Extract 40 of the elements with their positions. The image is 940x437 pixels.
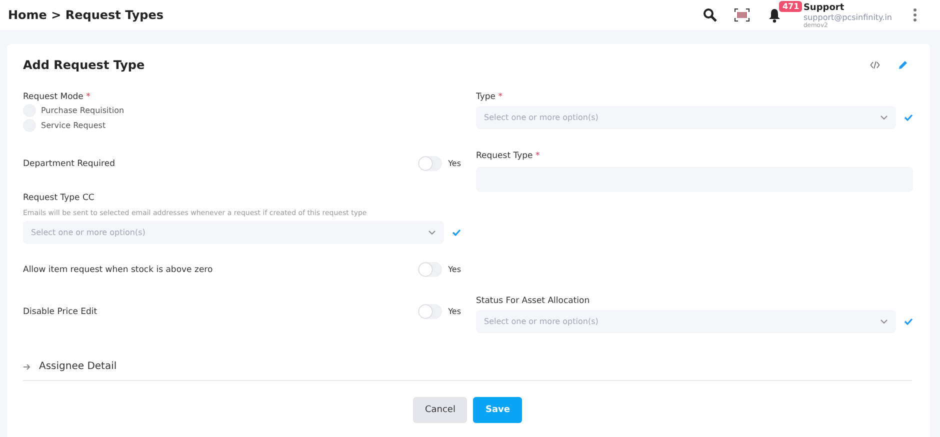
section-title: Assignee Detail [39, 361, 117, 372]
check-icon[interactable] [452, 229, 461, 236]
radio-label: Service Request [41, 121, 106, 130]
toggle-switch[interactable] [418, 304, 442, 319]
user-email: support@pcsinfinity.in [803, 13, 892, 22]
field-label: Request Mode * [23, 92, 92, 102]
breadcrumb: Home > Request Types [8, 8, 164, 22]
field-label: Allow item request when stock is above zero [23, 264, 214, 274]
field-label: Disable Price Edit [23, 306, 98, 316]
check-icon[interactable] [904, 114, 913, 121]
card-title: Add Request Type [23, 58, 145, 72]
section-header[interactable]: Assignee Detail [23, 361, 912, 381]
toggle-switch[interactable] [418, 156, 442, 171]
check-icon[interactable] [904, 318, 913, 325]
field-label: Request Type * [476, 151, 541, 161]
chevron-icon [880, 319, 888, 324]
chevron-icon [880, 115, 888, 120]
placeholder: Select one or more option(s) [31, 228, 146, 237]
user-name: Support [803, 3, 846, 13]
placeholder: Select one or more option(s) [484, 113, 598, 122]
save-button[interactable]: Save [473, 397, 522, 423]
search-icon[interactable] [701, 6, 720, 24]
select-field[interactable]: Select one or more option(s) [23, 221, 444, 244]
toggle-label: Yes [448, 159, 461, 168]
field-label: Request Type CC [23, 193, 96, 203]
field-label: Type * [476, 92, 504, 102]
toggle-label: Yes [448, 265, 461, 274]
placeholder: Select one or more option(s) [484, 317, 598, 326]
chevron-icon [428, 230, 436, 235]
field-label: Status For Asset Allocation [476, 296, 591, 306]
barcode-icon[interactable] [733, 6, 752, 24]
arrow-icon [23, 362, 31, 370]
toggle-switch[interactable] [418, 262, 442, 277]
field-label: Department Required [23, 158, 116, 168]
select-field[interactable]: Select one or more option(s) [476, 310, 896, 333]
notification-badge: 471 [779, 1, 802, 12]
toggle-label: Yes [448, 307, 461, 316]
radio-label: Purchase Requisition [41, 106, 124, 115]
select-field[interactable]: Select one or more option(s) [476, 106, 896, 129]
cancel-button[interactable]: Cancel [412, 397, 468, 423]
